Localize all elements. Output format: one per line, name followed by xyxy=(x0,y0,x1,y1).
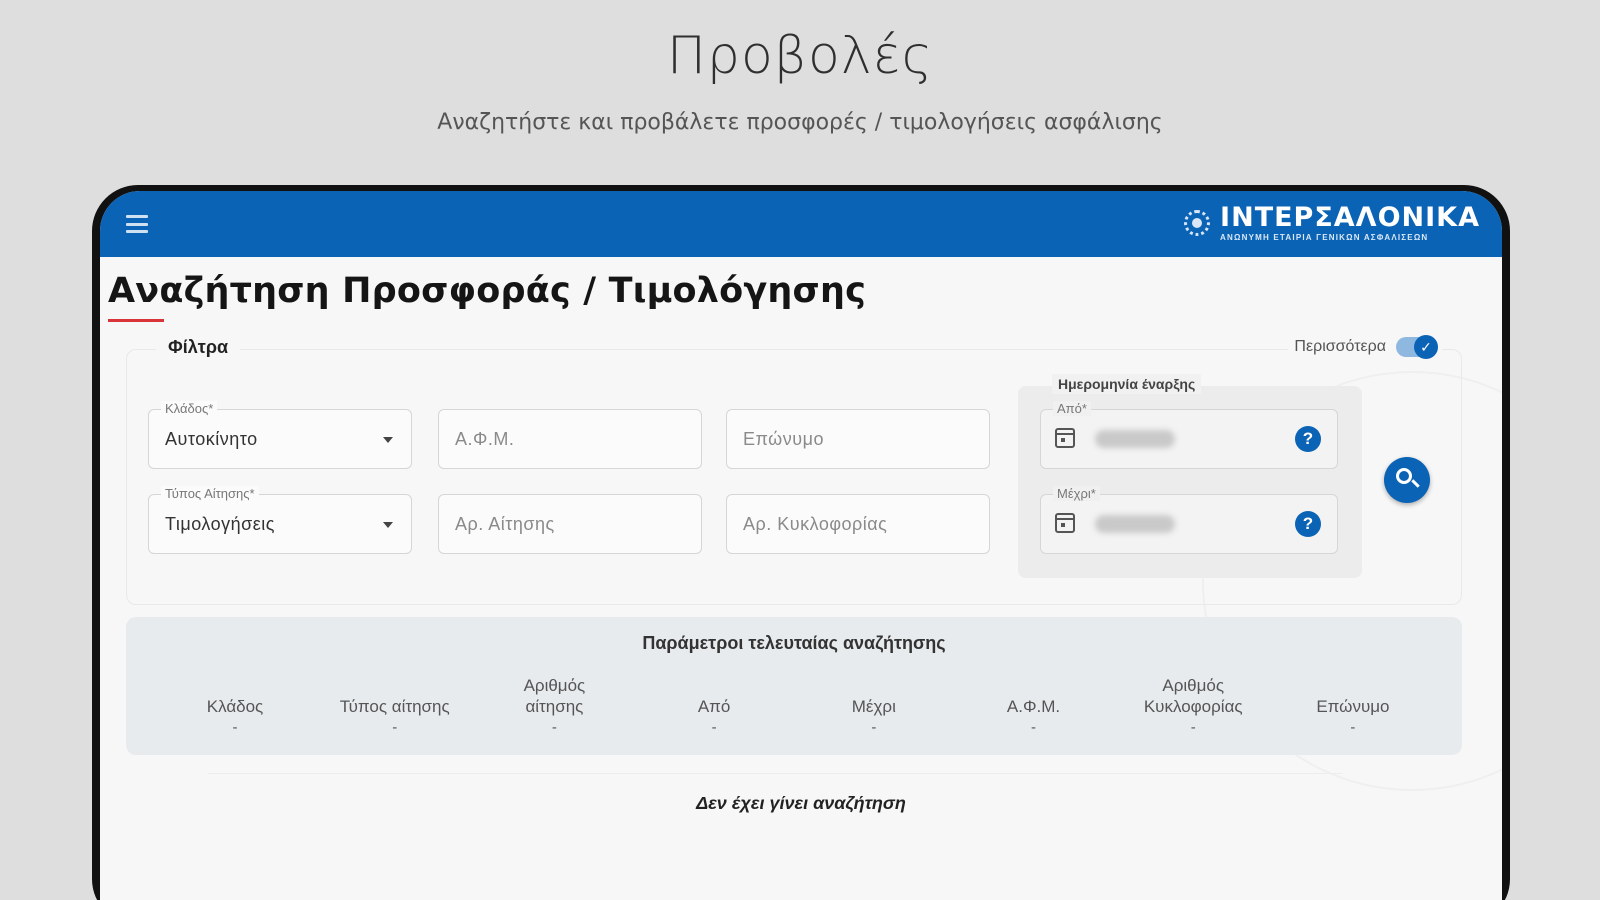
param-label: Μέχρι xyxy=(851,697,896,716)
app-screen: ΙΝΤΕΡΣΑΛΟΝΙΚΑ ΑΝΩΝΥΜΗ ΕΤΑΙΡΙΑ ΓΕΝΙΚΩΝ ΑΣ… xyxy=(100,191,1502,900)
last-search-columns: Κλάδος - Τύπος αίτησης - Αριθμός αίτησης… xyxy=(160,673,1428,736)
param-value: - xyxy=(871,719,877,736)
start-date-group: Ημερομηνία έναρξης Από* ? Μέχρι* ? xyxy=(1018,374,1362,578)
param-label: Αριθμός Κυκλοφορίας xyxy=(1143,676,1243,716)
brand-tagline: ΑΝΩΝΥΜΗ ΕΤΑΙΡΙΑ ΓΕΝΙΚΩΝ ΑΣΦΑΛΙΣΕΩΝ xyxy=(1220,233,1429,242)
afm-placeholder: Α.Φ.Μ. xyxy=(455,429,515,449)
param-column: Αριθμός Κυκλοφορίας - xyxy=(1118,673,1268,736)
magnifier-icon xyxy=(1396,468,1412,484)
date-to-label: Μέχρι* xyxy=(1053,486,1100,501)
request-type-value: Τιμολογήσεις xyxy=(165,514,275,534)
date-from-value-blurred xyxy=(1095,430,1175,448)
plate-number-placeholder: Αρ. Κυκλοφορίας xyxy=(743,514,888,534)
param-value: - xyxy=(551,719,557,736)
request-number-placeholder: Αρ. Αίτησης xyxy=(455,514,555,534)
date-from-label: Από* xyxy=(1053,401,1091,416)
param-column: Αριθμός αίτησης - xyxy=(479,673,629,736)
more-toggle[interactable]: Περισσότερα ✓ xyxy=(1288,335,1442,359)
promo-subtitle: Αναζητήστε και προβάλετε προσφορές / τιμ… xyxy=(437,110,1163,135)
request-type-label: Τύπος Αίτησης* xyxy=(161,486,259,501)
date-to-input[interactable]: Μέχρι* ? xyxy=(1040,486,1338,554)
branch-select[interactable]: Κλάδος* Αυτοκίνητο xyxy=(148,401,412,469)
param-value: - xyxy=(232,719,238,736)
more-switch[interactable]: ✓ xyxy=(1396,335,1438,359)
promo-title: Προβολές xyxy=(666,26,934,86)
param-label: Τύπος αίτησης xyxy=(339,697,450,716)
help-icon[interactable]: ? xyxy=(1295,511,1321,537)
sun-logo-icon xyxy=(1184,210,1211,236)
search-button[interactable] xyxy=(1384,457,1430,503)
param-column: Τύπος αίτησης - xyxy=(320,673,470,736)
param-label: Α.Φ.Μ. xyxy=(1006,697,1061,716)
filters-legend: Φίλτρα xyxy=(156,337,241,358)
empty-results-message: Δεν έχει γίνει αναζήτηση xyxy=(696,793,906,813)
surname-placeholder: Επώνυμο xyxy=(743,429,824,449)
param-label: Επώνυμο xyxy=(1316,697,1390,716)
last-search-panel: Παράμετροι τελευταίας αναζήτησης Κλάδος … xyxy=(126,617,1462,755)
param-label: Κλάδος xyxy=(206,697,264,716)
title-underline xyxy=(108,319,164,322)
param-column: Από - xyxy=(639,673,789,736)
request-number-input[interactable]: Αρ. Αίτησης xyxy=(438,494,702,554)
param-label: Αριθμός αίτησης xyxy=(523,676,586,716)
start-date-group-label: Ημερομηνία έναρξης xyxy=(1052,374,1202,394)
param-column: Κλάδος - xyxy=(160,673,310,736)
param-column: Μέχρι - xyxy=(799,673,949,736)
calendar-icon[interactable] xyxy=(1055,428,1075,448)
tablet-frame: ΙΝΤΕΡΣΑΛΟΝΙΚΑ ΑΝΩΝΥΜΗ ΕΤΑΙΡΙΑ ΓΕΝΙΚΩΝ ΑΣ… xyxy=(92,185,1510,900)
param-value: - xyxy=(711,719,717,736)
brand-name: ΙΝΤΕΡΣΑΛΟΝΙΚΑ xyxy=(1220,202,1480,233)
chevron-down-icon xyxy=(383,437,393,443)
plate-number-input[interactable]: Αρ. Κυκλοφορίας xyxy=(726,494,990,554)
help-icon[interactable]: ? xyxy=(1295,426,1321,452)
more-toggle-label: Περισσότερα xyxy=(1294,338,1386,355)
page-title: Αναζήτηση Προσφοράς / Τιμολόγησης xyxy=(108,271,867,311)
branch-label: Κλάδος* xyxy=(161,401,218,416)
param-value: - xyxy=(1031,719,1037,736)
param-value: - xyxy=(392,719,398,736)
calendar-icon[interactable] xyxy=(1055,513,1075,533)
chevron-down-icon xyxy=(383,522,393,528)
brand-logo: ΙΝΤΕΡΣΑΛΟΝΙΚΑ ΑΝΩΝΥΜΗ ΕΤΑΙΡΙΑ ΓΕΝΙΚΩΝ ΑΣ… xyxy=(1184,201,1480,245)
param-column: Α.Φ.Μ. - xyxy=(959,673,1109,736)
param-value: - xyxy=(1350,719,1356,736)
surname-input[interactable]: Επώνυμο xyxy=(726,409,990,469)
check-icon: ✓ xyxy=(1414,335,1438,359)
hamburger-menu-icon[interactable] xyxy=(126,215,148,233)
afm-input[interactable]: Α.Φ.Μ. xyxy=(438,409,702,469)
last-search-title: Παράμετροι τελευταίας αναζήτησης xyxy=(642,633,946,653)
date-from-input[interactable]: Από* ? xyxy=(1040,401,1338,469)
request-type-select[interactable]: Τύπος Αίτησης* Τιμολογήσεις xyxy=(148,486,412,554)
param-label: Από xyxy=(697,697,731,716)
date-to-value-blurred xyxy=(1095,515,1175,533)
app-bar: ΙΝΤΕΡΣΑΛΟΝΙΚΑ ΑΝΩΝΥΜΗ ΕΤΑΙΡΙΑ ΓΕΝΙΚΩΝ ΑΣ… xyxy=(100,191,1502,257)
results-divider xyxy=(208,773,1342,774)
param-value: - xyxy=(1190,719,1196,736)
branch-value: Αυτοκίνητο xyxy=(165,429,258,449)
param-column: Επώνυμο - xyxy=(1278,673,1428,736)
